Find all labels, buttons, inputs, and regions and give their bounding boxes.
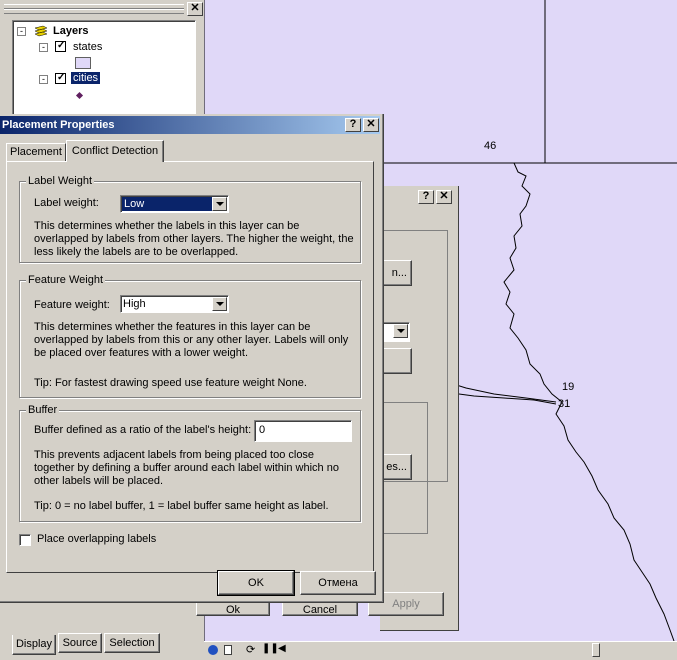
page-icon[interactable]: [224, 645, 232, 655]
layers-group-label[interactable]: Layers: [53, 25, 88, 37]
close-icon[interactable]: ✕: [436, 190, 452, 204]
buffer-value: 0: [259, 424, 266, 436]
layer-label-cities[interactable]: cities: [71, 72, 101, 84]
cancel-button[interactable]: Отмена: [300, 571, 376, 595]
pause-icon[interactable]: ❚❚: [262, 643, 279, 654]
help-icon[interactable]: ?: [345, 118, 361, 132]
chevron-down-icon[interactable]: [212, 197, 227, 211]
close-icon[interactable]: ✕: [187, 2, 203, 16]
states-visibility-checkbox[interactable]: ✓: [55, 40, 66, 52]
close-icon[interactable]: ✕: [363, 118, 379, 132]
tab-placement[interactable]: Placement: [6, 143, 66, 161]
buffer-tip: Tip: 0 = no label buffer, 1 = label buff…: [34, 500, 329, 512]
feature-weight-select[interactable]: High: [120, 295, 229, 313]
help-icon[interactable]: ?: [418, 190, 434, 204]
map-label: 19: [562, 381, 575, 393]
toc-tab-bar: Display Source Selection: [0, 633, 204, 659]
group-title: Buffer: [26, 404, 60, 416]
toc-tree: - Layers - ✓ states - ✓ cities: [12, 20, 196, 122]
feature-weight-label: Feature weight:: [34, 299, 110, 311]
layers-icon: [34, 25, 48, 37]
overlap-checkbox-label[interactable]: Place overlapping labels: [37, 533, 156, 545]
layer-properties-dialog: ? ✕ n... es... Apply: [368, 186, 459, 631]
dialog-title: Placement Properties: [2, 119, 115, 131]
buffer-description: This prevents adjacent labels from being…: [34, 449, 339, 487]
group-title: Feature Weight: [26, 274, 106, 286]
refresh-icon[interactable]: ⟳: [246, 643, 255, 656]
tab-page: Label Weight Label weight: Low This dete…: [6, 161, 374, 573]
ok-button[interactable]: OK: [217, 570, 295, 596]
layer-label-states[interactable]: states: [73, 41, 102, 53]
collapse-icon[interactable]: -: [39, 43, 48, 52]
tab-conflict-detection[interactable]: Conflict Detection: [66, 140, 164, 162]
tab-display[interactable]: Display: [12, 635, 56, 655]
feature-weight-group: Feature Weight Feature weight: High This…: [19, 274, 361, 398]
feature-weight-description: This determines whether the features in …: [34, 321, 349, 359]
scroll-left-icon[interactable]: ◀: [278, 643, 286, 654]
label-weight-description: This determines whether the labels in th…: [34, 220, 354, 258]
states-symbol-swatch: [75, 57, 91, 69]
globe-icon[interactable]: [208, 645, 218, 655]
tab-selection[interactable]: Selection: [104, 633, 160, 653]
toc-grip[interactable]: [4, 9, 184, 14]
map-label: 31: [558, 398, 571, 410]
cities-visibility-checkbox[interactable]: ✓: [55, 72, 66, 84]
label-weight-value: Low: [122, 197, 212, 211]
map-label: 46: [484, 140, 497, 152]
label-weight-group: Label Weight Label weight: Low This dete…: [19, 175, 361, 263]
dialog-titlebar[interactable]: Placement Properties: [0, 116, 380, 134]
collapse-icon[interactable]: -: [17, 27, 26, 36]
chevron-down-icon[interactable]: [212, 297, 227, 311]
feature-weight-value: High: [123, 298, 146, 310]
buffer-group: Buffer Buffer defined as a ratio of the …: [19, 404, 361, 522]
label-weight-label: Label weight:: [34, 197, 99, 209]
group-title: Label Weight: [26, 175, 95, 187]
scrollbar-thumb[interactable]: [592, 643, 600, 657]
overlap-checkbox[interactable]: [19, 534, 31, 546]
cities-symbol-point: [75, 91, 84, 100]
collapse-icon[interactable]: -: [39, 75, 48, 84]
label-weight-select[interactable]: Low: [120, 195, 229, 213]
placement-properties-dialog: Placement Properties ? ✕ Placement Confl…: [0, 114, 384, 603]
buffer-label: Buffer defined as a ratio of the label's…: [34, 424, 252, 436]
map-statusbar: ⟳ ❚❚ ◀: [204, 641, 677, 660]
tab-source[interactable]: Source: [58, 633, 102, 653]
feature-weight-tip: Tip: For fastest drawing speed use featu…: [34, 377, 307, 389]
buffer-input[interactable]: 0: [254, 420, 352, 442]
